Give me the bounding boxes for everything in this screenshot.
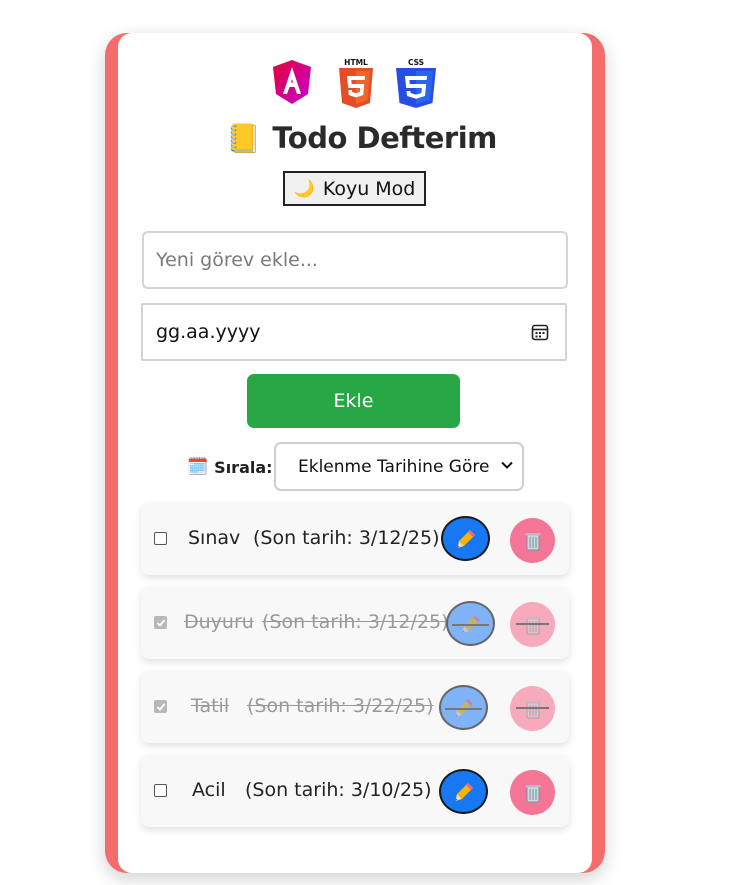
checkmark-icon bbox=[156, 703, 166, 711]
edit-button[interactable] bbox=[441, 516, 490, 561]
sort-label-group: 🗓️ Sırala: bbox=[187, 443, 273, 491]
app-title: 📒 Todo Defterim bbox=[226, 118, 497, 158]
todo-title: Duyuru bbox=[184, 611, 254, 633]
todo-item: Sınav (Son tarih: 3/12/25) bbox=[141, 503, 569, 575]
add-task-button[interactable]: Ekle bbox=[247, 374, 460, 428]
todo-due-date: (Son tarih: 3/12/25) bbox=[253, 527, 440, 549]
sort-label: Sırala: bbox=[214, 457, 273, 477]
chevron-down-icon bbox=[501, 461, 513, 469]
trash-icon bbox=[525, 616, 540, 634]
edit-button[interactable] bbox=[439, 685, 488, 730]
delete-button[interactable] bbox=[510, 602, 555, 647]
todo-due-date: (Son tarih: 3/22/25) bbox=[247, 695, 434, 717]
app-title-text: Todo Defterim bbox=[272, 121, 497, 155]
todo-due-date: (Son tarih: 3/12/25) bbox=[262, 611, 449, 633]
html5-logo-label: HTML bbox=[344, 58, 368, 67]
trash-icon bbox=[525, 532, 540, 550]
checkmark-icon bbox=[156, 619, 166, 627]
strike-line bbox=[516, 707, 549, 709]
dark-mode-button[interactable]: 🌙 Koyu Mod bbox=[283, 171, 426, 206]
calendar-icon[interactable] bbox=[531, 323, 549, 341]
css3-logo-label: CSS bbox=[408, 58, 424, 67]
angular-logo-icon bbox=[273, 60, 311, 104]
pencil-icon bbox=[457, 529, 475, 548]
sort-selected-value: Eklenme Tarihine Göre bbox=[298, 456, 490, 477]
new-task-input[interactable] bbox=[142, 231, 568, 289]
todo-checkbox[interactable] bbox=[154, 784, 167, 797]
todo-due-date: (Son tarih: 3/10/25) bbox=[245, 779, 432, 801]
pencil-icon bbox=[455, 782, 473, 801]
strike-line bbox=[516, 623, 549, 625]
css3-logo-icon: CSS bbox=[396, 58, 436, 108]
todo-item: Duyuru (Son tarih: 3/12/25) bbox=[141, 587, 569, 659]
edit-button[interactable] bbox=[439, 769, 488, 814]
todo-checkbox[interactable] bbox=[154, 616, 167, 629]
todo-title: Acil bbox=[192, 779, 226, 801]
todo-item: Tatil (Son tarih: 3/22/25) bbox=[141, 671, 569, 743]
html5-logo-icon: HTML bbox=[339, 58, 373, 108]
delete-button[interactable] bbox=[510, 770, 555, 815]
moon-icon: 🌙 bbox=[293, 178, 315, 199]
todo-checkbox[interactable] bbox=[154, 700, 167, 713]
trash-icon bbox=[525, 784, 540, 802]
todo-title: Tatil bbox=[191, 695, 230, 717]
dark-mode-label: Koyu Mod bbox=[322, 177, 416, 200]
calendar-sort-icon: 🗓️ bbox=[187, 457, 209, 477]
strike-line bbox=[452, 624, 489, 626]
todo-title: Sınav bbox=[188, 527, 241, 549]
sort-select[interactable]: Eklenme Tarihine Göre bbox=[274, 442, 524, 491]
tech-logos: HTML CSS bbox=[270, 58, 450, 110]
strike-line bbox=[445, 708, 482, 710]
notebook-icon: 📒 bbox=[226, 121, 261, 155]
todo-item: Acil (Son tarih: 3/10/25) bbox=[141, 755, 569, 827]
due-date-input[interactable]: gg.aa.yyyy bbox=[141, 303, 567, 361]
due-date-value: gg.aa.yyyy bbox=[156, 321, 261, 343]
trash-icon bbox=[525, 700, 540, 718]
edit-button[interactable] bbox=[446, 601, 495, 646]
delete-button[interactable] bbox=[510, 686, 555, 731]
delete-button[interactable] bbox=[510, 518, 555, 563]
todo-checkbox[interactable] bbox=[154, 532, 167, 545]
